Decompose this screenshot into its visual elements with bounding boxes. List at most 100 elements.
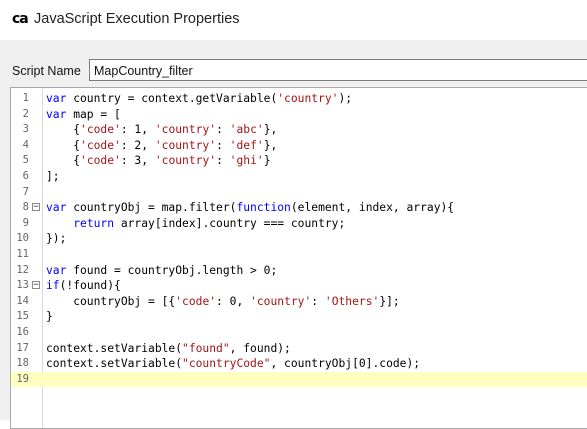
code-text: context.setVariable("found", found); bbox=[46, 341, 291, 357]
code-token: : 2, bbox=[120, 138, 155, 152]
code-line[interactable]: 12 var found = countryObj.length > 0; bbox=[11, 263, 587, 279]
string-token: 'country' bbox=[154, 138, 217, 152]
code-token: : bbox=[216, 123, 230, 137]
code-token: : 1, bbox=[120, 123, 155, 137]
line-number: 19 bbox=[16, 372, 29, 385]
code-line[interactable]: 3 {'code': 1, 'country': 'abc'}, bbox=[11, 122, 587, 138]
collapse-icon[interactable]: − bbox=[32, 203, 40, 212]
script-name-input[interactable] bbox=[89, 59, 587, 81]
string-token: 'abc' bbox=[229, 123, 264, 137]
line-number: 18 bbox=[16, 357, 29, 370]
code-line[interactable]: 15} bbox=[11, 309, 587, 325]
code-text: var found = countryObj.length > 0; bbox=[46, 263, 277, 279]
code-token: found = countryObj.length > 0; bbox=[66, 263, 278, 277]
code-line[interactable]: 9 return array[index].country === countr… bbox=[11, 216, 587, 232]
string-token: 'code' bbox=[175, 294, 217, 308]
line-number: 5 bbox=[22, 154, 29, 167]
code-line[interactable]: 11 bbox=[11, 247, 587, 263]
string-token: 'country' bbox=[250, 294, 312, 308]
title-bar: ca JavaScript Execution Properties bbox=[0, 0, 587, 40]
line-number: 10 bbox=[16, 232, 29, 245]
code-token: } bbox=[46, 310, 53, 324]
line-number: 8 bbox=[22, 201, 29, 214]
code-token: country = context.getVariable( bbox=[66, 92, 278, 105]
line-number: 9 bbox=[22, 216, 29, 229]
code-token: }]; bbox=[379, 294, 400, 308]
code-token: ); bbox=[338, 92, 353, 105]
string-token: 'ghi' bbox=[229, 154, 264, 168]
code-text: context.setVariable("countryCode", count… bbox=[46, 356, 420, 372]
code-token: }); bbox=[46, 232, 67, 246]
code-line[interactable]: 17 context.setVariable("found", found); bbox=[11, 341, 587, 357]
line-number: 14 bbox=[16, 294, 29, 307]
code-lines: 1 var country = context.getVariable( 'coun… bbox=[11, 91, 587, 388]
string-token: 'code' bbox=[80, 123, 121, 137]
code-text: {'code': 2, 'country': 'def'}, bbox=[46, 138, 277, 154]
code-token: }, bbox=[263, 123, 278, 137]
string-token: 'country' bbox=[154, 123, 217, 137]
code-token: { bbox=[46, 154, 81, 168]
keyword-token: var bbox=[46, 263, 67, 277]
code-editor[interactable]: 1 var country = context.getVariable( 'coun… bbox=[10, 87, 587, 429]
code-line[interactable]: 10}); bbox=[11, 231, 587, 247]
code-line[interactable]: 2 var map = [ bbox=[11, 107, 587, 123]
string-token: "found" bbox=[182, 341, 230, 355]
code-token: (!found){ bbox=[59, 279, 121, 293]
line-number: 2 bbox=[22, 107, 29, 120]
code-text: {'code': 3, 'country': 'ghi'} bbox=[46, 153, 271, 169]
code-line[interactable]: 6]; bbox=[11, 169, 587, 185]
line-number: 11 bbox=[16, 247, 29, 260]
code-token: ]; bbox=[46, 169, 60, 183]
code-token: }, bbox=[263, 138, 278, 152]
code-token: { bbox=[46, 123, 81, 137]
code-text: var countryObj = map.filter(function(ele… bbox=[46, 200, 454, 216]
code-text: if(!found){ bbox=[46, 278, 121, 294]
code-token: , found); bbox=[229, 341, 291, 355]
keyword-token: return bbox=[73, 216, 115, 230]
line-number: 7 bbox=[22, 185, 29, 198]
code-text: {'code': 1, 'country': 'abc'}, bbox=[46, 122, 277, 138]
code-token: : bbox=[216, 138, 230, 152]
code-line[interactable]: 4 {'code': 2, 'country': 'def'}, bbox=[11, 138, 587, 154]
code-line[interactable]: 16 bbox=[11, 325, 587, 341]
code-token: { bbox=[46, 138, 81, 152]
code-token: } bbox=[263, 154, 271, 168]
code-text: countryObj = [{'code': 0, 'country': 'Ot… bbox=[46, 294, 400, 310]
code-token: (element, index, array){ bbox=[290, 201, 455, 215]
string-token: 'country' bbox=[154, 154, 217, 168]
line-number: 4 bbox=[22, 138, 29, 151]
code-token: context.setVariable( bbox=[46, 341, 183, 355]
line-number: 1 bbox=[22, 92, 29, 104]
code-line[interactable]: 13− if(!found){ bbox=[11, 278, 587, 294]
string-token: 'Others' bbox=[324, 294, 380, 308]
string-token: 'code' bbox=[80, 154, 121, 168]
code-token: countryObj = map.filter( bbox=[66, 201, 237, 215]
code-token: : 0, bbox=[216, 294, 251, 308]
code-text: } bbox=[46, 309, 53, 325]
code-line[interactable]: 14 countryObj = [{'code': 0, 'country': … bbox=[11, 294, 587, 310]
code-line[interactable]: 5 {'code': 3, 'country': 'ghi'} bbox=[11, 153, 587, 169]
keyword-token: var bbox=[46, 201, 67, 215]
code-text: var map = [ bbox=[46, 107, 121, 123]
line-number: 6 bbox=[22, 169, 29, 182]
ca-logo-icon: ca bbox=[12, 11, 29, 27]
code-text: ]; bbox=[46, 169, 60, 185]
string-token: "countryCode" bbox=[182, 357, 271, 371]
code-token: countryObj = [{ bbox=[46, 294, 176, 308]
string-token: 'code' bbox=[80, 138, 121, 152]
code-token: : 3, bbox=[120, 154, 155, 168]
code-line[interactable]: 1 var country = context.getVariable('coun… bbox=[11, 91, 587, 107]
code-token: map = [ bbox=[66, 107, 121, 121]
code-token: : bbox=[311, 294, 325, 308]
code-text: return array[index].country === country; bbox=[46, 216, 345, 232]
code-token: , countryObj[0].code); bbox=[270, 357, 421, 371]
line-number: 12 bbox=[16, 263, 29, 276]
code-line[interactable]: 7 bbox=[11, 185, 587, 201]
collapse-icon[interactable]: − bbox=[32, 281, 40, 290]
code-line[interactable]: 8− var countryObj = map.filter(function(e… bbox=[11, 200, 587, 216]
code-line[interactable]: 18 context.setVariable("countryCode", cou… bbox=[11, 356, 587, 372]
code-token: context.setVariable( bbox=[46, 357, 183, 371]
code-line[interactable]: 19 bbox=[11, 371, 587, 388]
keyword-token: var bbox=[46, 92, 67, 105]
